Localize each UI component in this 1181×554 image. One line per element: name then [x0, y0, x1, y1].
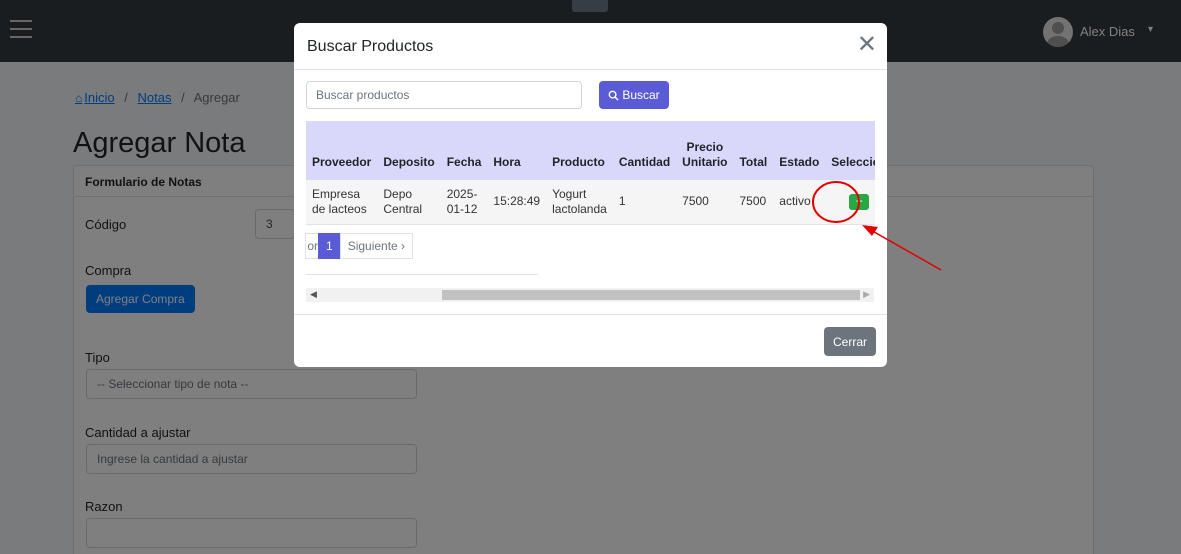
cell-seleccion: +	[825, 180, 875, 225]
col-producto: Producto	[552, 155, 605, 169]
cerrar-button[interactable]: Cerrar	[824, 327, 876, 356]
table-row: Empresa de lacteos Depo Central 2025-01-…	[306, 180, 875, 225]
search-button-label: Buscar	[622, 88, 660, 102]
select-product-button[interactable]: +	[849, 193, 870, 210]
search-input[interactable]	[306, 81, 582, 109]
col-seleccion: Seleccion	[831, 155, 875, 169]
pagination-next[interactable]: Siguiente ›	[339, 233, 414, 259]
cell-hora: 15:28:49	[487, 180, 547, 225]
close-icon[interactable]: ✕	[857, 32, 877, 56]
col-precio-unitario: Precio Unitario	[682, 140, 728, 169]
pagination-page-1[interactable]: 1	[318, 233, 341, 259]
cell-fecha: 2025-01-12	[440, 180, 488, 225]
pagination: or 1 Siguiente ›	[305, 233, 414, 259]
cell-estado: activo	[773, 180, 826, 225]
modal-footer: Cerrar	[294, 314, 887, 367]
cell-deposito: Depo Central	[377, 180, 441, 225]
col-estado: Estado	[779, 155, 820, 169]
col-fecha: Fecha	[446, 155, 482, 169]
search-icon	[608, 90, 619, 101]
divider	[306, 274, 538, 275]
col-total: Total	[739, 155, 768, 169]
cell-total: 7500	[733, 180, 774, 225]
pagination-prev[interactable]: or	[305, 233, 319, 259]
products-table: Proveedor Deposito Fecha Hora Producto C…	[306, 121, 875, 225]
products-table-wrapper: Proveedor Deposito Fecha Hora Producto C…	[306, 121, 875, 225]
col-deposito: Deposito	[383, 155, 435, 169]
cell-producto: Yogurt lactolanda	[546, 180, 613, 225]
cell-precio-unitario: 7500	[676, 180, 734, 225]
horizontal-scrollbar[interactable]: ◀ ▶	[306, 288, 874, 302]
col-hora: Hora	[493, 155, 521, 169]
scroll-left-icon[interactable]: ◀	[310, 289, 317, 300]
search-button[interactable]: Buscar	[599, 81, 669, 109]
search-products-modal: Buscar Productos ✕ Buscar Proveedor Depo…	[294, 23, 887, 367]
modal-title: Buscar Productos	[307, 38, 434, 55]
scrollbar-thumb[interactable]	[442, 290, 860, 300]
col-proveedor: Proveedor	[312, 155, 372, 169]
cell-cantidad: 1	[612, 180, 677, 225]
col-cantidad: Cantidad	[618, 155, 671, 169]
modal-header: Buscar Productos ✕	[294, 23, 887, 70]
cell-proveedor: Empresa de lacteos	[306, 180, 378, 225]
scroll-right-icon[interactable]: ▶	[863, 289, 870, 300]
table-header-row: Proveedor Deposito Fecha Hora Producto C…	[306, 121, 875, 180]
